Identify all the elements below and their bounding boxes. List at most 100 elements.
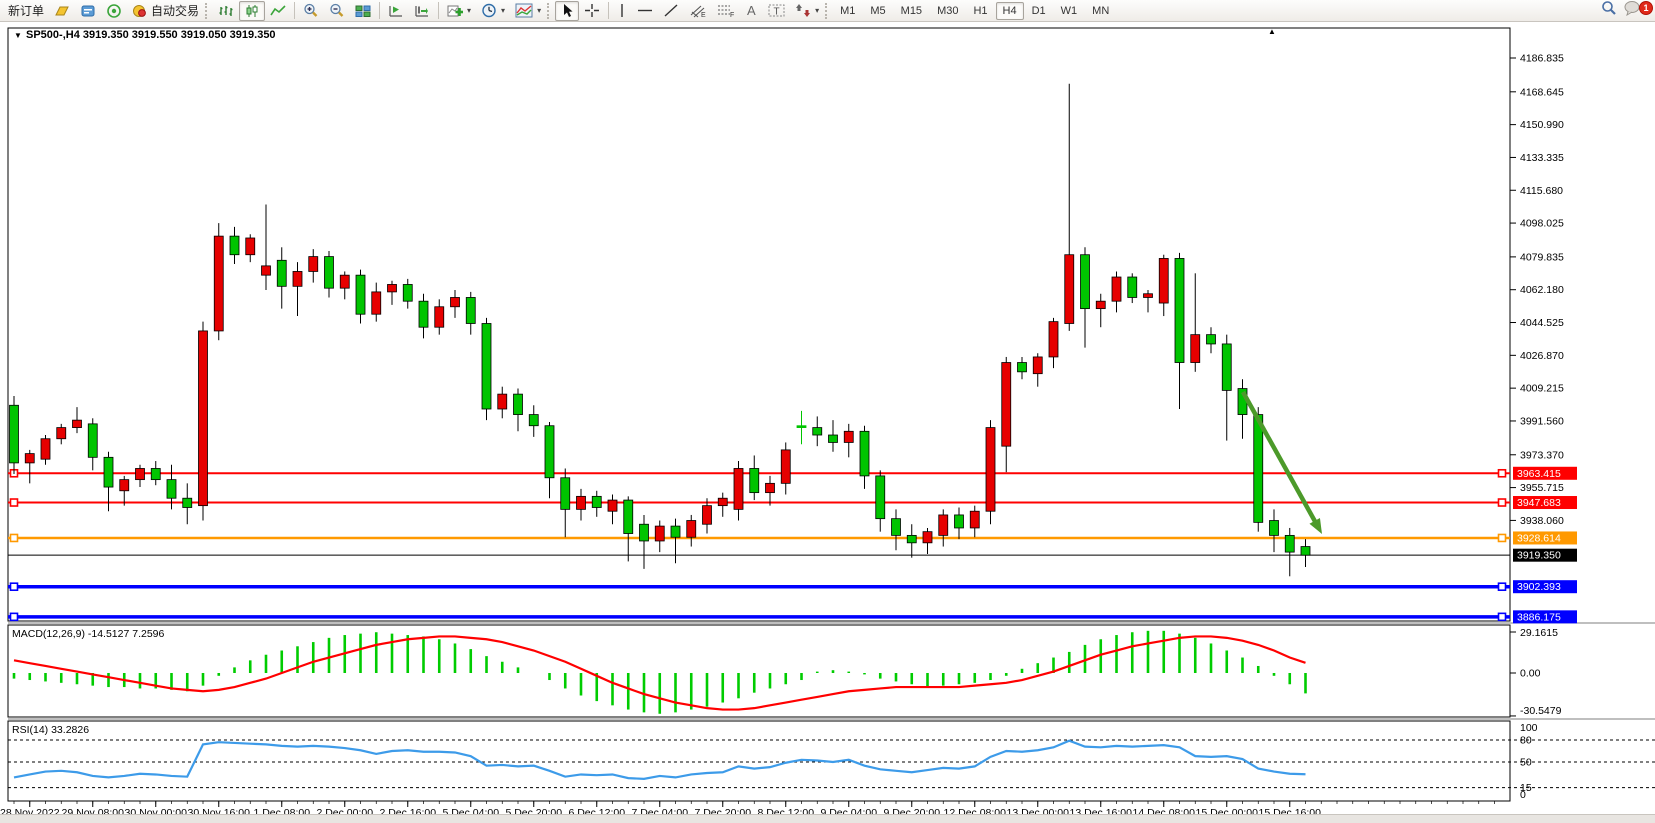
timeframe-button-m5[interactable]: M5 xyxy=(863,2,892,20)
svg-text:3886.175: 3886.175 xyxy=(1517,611,1561,623)
timeframe-button-d1[interactable]: D1 xyxy=(1025,2,1053,20)
chart-shift-icon xyxy=(414,4,430,18)
auto-trading-label: 自动交易 xyxy=(151,2,199,19)
chart-shift-button[interactable] xyxy=(409,1,435,21)
svg-text:▲: ▲ xyxy=(1268,27,1276,36)
timeframe-button-mn[interactable]: MN xyxy=(1085,2,1116,20)
price-axis[interactable]: 4186.8354168.6454150.9904133.3354115.680… xyxy=(1510,53,1564,527)
svg-text:4150.990: 4150.990 xyxy=(1520,119,1564,131)
notification-badge[interactable]: 1 xyxy=(1639,1,1653,15)
timeframe-button-m1[interactable]: M1 xyxy=(833,2,862,20)
svg-text:4062.180: 4062.180 xyxy=(1520,284,1564,296)
timeframe-button-h1[interactable]: H1 xyxy=(966,2,994,20)
toolbar-gripper xyxy=(205,3,210,19)
toolbar-gripper xyxy=(547,3,552,19)
tile-windows-icon xyxy=(355,4,371,18)
chat-icon[interactable] xyxy=(1623,0,1641,21)
search-icon[interactable] xyxy=(1601,0,1617,21)
zoom-in-button[interactable] xyxy=(298,1,324,21)
toolbar-separator xyxy=(438,2,439,19)
templates-button[interactable]: ▾ xyxy=(510,1,546,21)
svg-text:3973.370: 3973.370 xyxy=(1520,449,1564,461)
svg-text:SP500-,H4 3919.350 3919.550 3: SP500-,H4 3919.350 3919.550 3919.050 391… xyxy=(26,29,276,41)
chevron-down-icon: ▾ xyxy=(815,6,819,15)
new-chart-button[interactable] xyxy=(49,1,75,21)
window-bottom-edge xyxy=(0,814,1655,823)
svg-text:4133.335: 4133.335 xyxy=(1520,152,1564,164)
templates-icon xyxy=(515,3,533,18)
line-chart-button[interactable] xyxy=(265,1,291,21)
chart-window: 4186.8354168.6454150.9904133.3354115.680… xyxy=(0,22,1655,815)
svg-text:F: F xyxy=(730,12,734,18)
scroll-marker[interactable]: ▲ xyxy=(1268,27,1276,36)
svg-text:4009.215: 4009.215 xyxy=(1520,383,1564,395)
svg-text:3991.560: 3991.560 xyxy=(1520,415,1564,427)
auto-scroll-button[interactable] xyxy=(383,1,409,21)
svg-text:E: E xyxy=(701,12,706,18)
crosshair-icon xyxy=(584,3,600,18)
profiles-button[interactable] xyxy=(75,1,101,21)
bar-chart-button[interactable] xyxy=(213,1,239,21)
chevron-down-icon: ▾ xyxy=(501,6,505,15)
equidistant-channel-button[interactable]: E xyxy=(684,1,712,21)
fibonacci-icon: F xyxy=(717,3,735,18)
svg-text:4168.645: 4168.645 xyxy=(1520,86,1564,98)
cursor-button[interactable] xyxy=(555,1,579,21)
crosshair-button[interactable] xyxy=(579,1,605,21)
timeframe-group: M1M5M15M30H1H4D1W1MN xyxy=(833,2,1116,20)
clock-icon xyxy=(481,3,497,18)
text-label-icon: T xyxy=(768,3,785,18)
svg-text:50: 50 xyxy=(1520,757,1532,769)
cursor-arrow-icon xyxy=(560,3,574,18)
svg-text:4079.835: 4079.835 xyxy=(1520,251,1564,263)
tile-windows-button[interactable] xyxy=(350,1,376,21)
horizontal-line-button[interactable] xyxy=(632,1,658,21)
time-axis[interactable]: 28 Nov 202229 Nov 08:0030 Nov 00:0030 No… xyxy=(0,801,1495,815)
auto-scroll-icon xyxy=(388,4,404,18)
auto-trading-icon xyxy=(132,4,148,18)
indicators-button[interactable]: ▾ xyxy=(442,1,476,21)
indicators-icon xyxy=(447,4,463,18)
periods-button[interactable]: ▾ xyxy=(476,1,510,21)
vertical-line-button[interactable] xyxy=(612,1,632,21)
svg-text:4044.525: 4044.525 xyxy=(1520,317,1564,329)
text-label-button[interactable]: T xyxy=(763,1,790,21)
chart-canvas[interactable]: 4186.8354168.6454150.9904133.3354115.680… xyxy=(0,22,1655,815)
text-button[interactable]: A xyxy=(740,1,763,21)
market-watch-icon xyxy=(106,4,122,18)
toolbar-gripper xyxy=(825,3,830,19)
zoom-out-button[interactable] xyxy=(324,1,350,21)
chevron-down-icon: ▾ xyxy=(467,6,471,15)
shapes-button[interactable]: ▾ xyxy=(790,1,824,21)
zoom-out-icon xyxy=(329,3,345,18)
chart-title: ▼SP500-,H4 3919.350 3919.550 3919.050 39… xyxy=(14,29,276,41)
timeframe-button-m15[interactable]: M15 xyxy=(894,2,929,20)
svg-text:80: 80 xyxy=(1520,735,1532,747)
svg-text:-30.5479: -30.5479 xyxy=(1520,705,1562,717)
svg-text:29.1615: 29.1615 xyxy=(1520,627,1558,639)
auto-trading-button[interactable]: 自动交易 xyxy=(127,1,204,21)
toolbar-separator xyxy=(379,2,380,19)
market-watch-button[interactable] xyxy=(101,1,127,21)
toolbar-separator xyxy=(294,2,295,19)
svg-text:3928.614: 3928.614 xyxy=(1517,532,1561,544)
svg-text:RSI(14) 33.2826: RSI(14) 33.2826 xyxy=(12,724,89,736)
text-icon: A xyxy=(745,3,758,18)
svg-text:3938.060: 3938.060 xyxy=(1520,515,1564,527)
trendline-button[interactable] xyxy=(658,1,684,21)
fibonacci-button[interactable]: F xyxy=(712,1,740,21)
arrows-shapes-icon xyxy=(795,3,811,18)
charts-profile-icon xyxy=(80,4,96,18)
timeframe-button-h4[interactable]: H4 xyxy=(996,2,1024,20)
svg-text:100: 100 xyxy=(1520,722,1538,734)
candlestick-chart-icon xyxy=(244,4,260,18)
candle-chart-button[interactable] xyxy=(239,1,265,21)
svg-text:4026.870: 4026.870 xyxy=(1520,350,1564,362)
svg-text:A: A xyxy=(747,3,756,18)
svg-text:3947.683: 3947.683 xyxy=(1517,497,1561,509)
timeframe-button-m30[interactable]: M30 xyxy=(930,2,965,20)
timeframe-button-w1[interactable]: W1 xyxy=(1054,2,1085,20)
new-order-button[interactable]: 新订单 xyxy=(3,1,49,21)
vertical-line-icon xyxy=(617,3,627,18)
new-order-label: 新订单 xyxy=(8,2,44,19)
